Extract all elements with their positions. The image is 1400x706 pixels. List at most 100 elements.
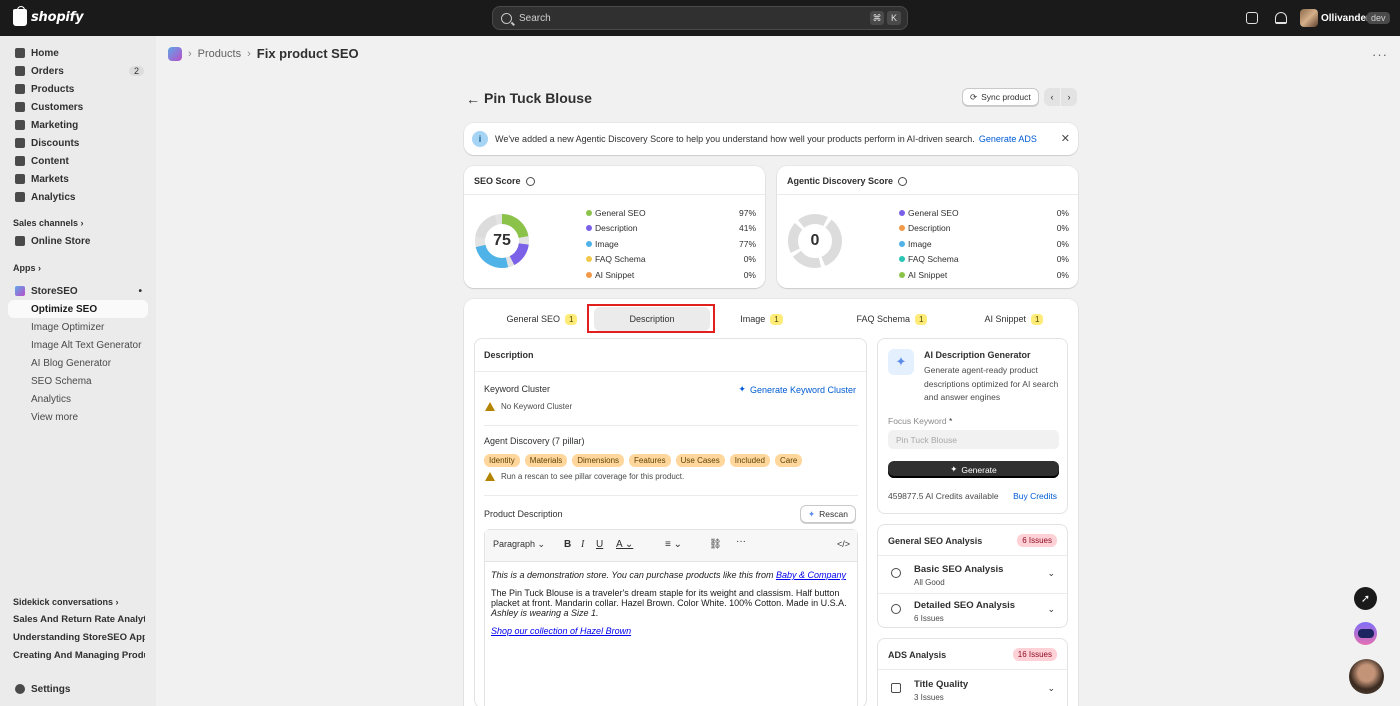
editor-content[interactable]: This is a demonstration store. You can p… — [485, 562, 857, 652]
tab-faq-schema[interactable]: FAQ Schema 1 — [832, 307, 952, 331]
sidebar-subitem-image-optimizer[interactable]: Image Optimizer — [8, 318, 148, 336]
sidebar-item-label: StoreSEO — [31, 285, 78, 297]
more-actions-icon[interactable]: ··· — [1372, 47, 1388, 62]
page-header: ← Pin Tuck Blouse ⟳ Sync product ‹ › — [464, 88, 1078, 110]
tab-general-seo[interactable]: General SEO 1 — [482, 307, 602, 331]
tab-badge: 1 — [915, 313, 928, 325]
basic-seo-analysis-row[interactable]: Basic SEO Analysis All Good ⌄ — [888, 558, 1059, 592]
sales-channels-heading[interactable]: Sales channels › — [13, 218, 84, 228]
align-icon[interactable]: ≡ ⌄ — [665, 539, 682, 550]
buy-credits-link[interactable]: Buy Credits — [1013, 491, 1057, 501]
pillar-badge: Care — [775, 454, 803, 467]
sidebar-subitem-optimize-seo[interactable]: Optimize SEO — [8, 300, 148, 318]
legend-row: AI Snippet 0% — [899, 267, 1069, 283]
ads-analysis-title: ADS Analysis — [888, 650, 947, 660]
description-panel-title: Description — [484, 350, 534, 360]
sidebar-subitem-ai-blog-generator[interactable]: AI Blog Generator — [8, 354, 148, 372]
conversation-item[interactable]: Creating And Managing Products — [13, 650, 145, 661]
sidebar-item-label: Analytics — [31, 191, 76, 203]
support-avatar[interactable] — [1349, 659, 1384, 694]
info-circle-icon[interactable] — [898, 176, 908, 186]
legend-row: General SEO 0% — [899, 205, 1069, 221]
rich-text-editor[interactable]: Paragraph ⌄ B I U A ⌄ ≡ ⌄ ⛓ ··· </> This… — [484, 529, 858, 706]
inbox-icon[interactable] — [1246, 12, 1258, 24]
apps-heading[interactable]: Apps › — [13, 263, 41, 273]
search-placeholder: Search — [519, 12, 551, 24]
ads-analysis-card: ADS Analysis 16 Issues Title Quality 3 I… — [877, 638, 1068, 706]
next-product-button[interactable]: › — [1061, 88, 1077, 106]
focus-keyword-input[interactable]: Pin Tuck Blouse — [888, 430, 1059, 449]
sidebar-item-discounts[interactable]: Discounts — [8, 134, 148, 152]
shopify-bag-icon — [13, 6, 27, 26]
editor-paragraph: This is a demonstration store. You can p… — [491, 570, 847, 580]
sidebar-item-storeseo[interactable]: StoreSEO • — [8, 282, 148, 300]
sidebar-subitem-seo-schema[interactable]: SEO Schema — [8, 372, 148, 390]
sidebar-item-label: Online Store — [31, 235, 91, 247]
breadcrumb-products-link[interactable]: Products — [198, 48, 241, 60]
tab-image[interactable]: Image 1 — [709, 307, 814, 331]
sidebar-subitem-alt-text-generator[interactable]: Image Alt Text Generator — [8, 336, 148, 354]
italic-icon[interactable]: I — [581, 539, 584, 550]
generate-ads-link[interactable]: Generate ADS — [979, 134, 1037, 144]
shop-collection-link[interactable]: Shop our collection of Hazel Brown — [491, 626, 631, 636]
sidebar-item-settings[interactable]: Settings — [8, 680, 148, 698]
generate-button[interactable]: ✦ Generate — [888, 461, 1059, 478]
search-input[interactable]: Search ⌘ K — [492, 6, 908, 30]
sidebar-item-customers[interactable]: Customers — [8, 98, 148, 116]
close-icon[interactable]: ✕ — [1061, 132, 1070, 145]
sync-product-button[interactable]: ⟳ Sync product — [962, 88, 1039, 106]
link-icon[interactable]: ⛓ — [709, 539, 722, 550]
bold-icon[interactable]: B — [564, 539, 571, 550]
content-icon — [15, 156, 25, 166]
divider — [777, 194, 1078, 195]
shopify-logo[interactable]: shopify — [13, 6, 84, 26]
conversation-item[interactable]: Sales And Return Rate Analytics — [13, 614, 145, 625]
back-arrow-icon[interactable]: ← — [466, 91, 480, 107]
tab-ai-snippet[interactable]: AI Snippet 1 — [959, 307, 1069, 331]
sidebar-item-label: Discounts — [31, 137, 80, 149]
paragraph-select[interactable]: Paragraph ⌄ — [493, 539, 545, 550]
sidebar-item-analytics[interactable]: Analytics — [8, 188, 148, 206]
focus-keyword-label: Focus Keyword * — [888, 416, 953, 426]
rescan-button[interactable]: ✦ Rescan — [800, 505, 856, 523]
sidebar-subitem-view-more[interactable]: View more — [8, 408, 148, 426]
chatbot-icon[interactable] — [1354, 622, 1377, 645]
info-circle-icon[interactable] — [525, 176, 535, 186]
ads-score-legend: General SEO 0% Description 0% Image 0% FAQ … — [899, 205, 1069, 283]
sidebar-item-orders[interactable]: Orders 2 — [8, 62, 148, 80]
previous-product-button[interactable]: ‹ — [1044, 88, 1060, 106]
underline-icon[interactable]: U — [596, 539, 603, 550]
store-avatar[interactable] — [1300, 9, 1318, 27]
title-quality-row[interactable]: Title Quality 3 Issues ⌄ — [888, 673, 1059, 706]
sidebar-item-products[interactable]: Products — [8, 80, 148, 98]
sidebar-item-marketing[interactable]: Marketing — [8, 116, 148, 134]
text-color-icon[interactable]: A ⌄ — [616, 539, 633, 550]
top-bar: shopify Search ⌘ K Ollivanders dev — [0, 0, 1400, 36]
divider — [464, 194, 765, 195]
editor-paragraph: Shop our collection of Hazel Brown — [491, 626, 851, 636]
sidebar-item-content[interactable]: Content — [8, 152, 148, 170]
conversation-item[interactable]: Understanding StoreSEO App Features — [13, 632, 145, 643]
bell-icon[interactable] — [1275, 12, 1287, 24]
product-pagination: ‹ › — [1044, 88, 1077, 106]
sidebar-item-markets[interactable]: Markets — [8, 170, 148, 188]
document-icon — [891, 683, 901, 693]
divider — [878, 555, 1067, 556]
sidebar-subitem-analytics[interactable]: Analytics — [8, 390, 148, 408]
detailed-seo-analysis-row[interactable]: Detailed SEO Analysis 6 Issues ⌄ — [888, 594, 1059, 628]
rocket-icon[interactable]: ➚ — [1354, 587, 1377, 610]
sidebar-item-online-store[interactable]: Online Store — [8, 232, 148, 250]
editor-toolbar: Paragraph ⌄ B I U A ⌄ ≡ ⌄ ⛓ ··· </> — [485, 530, 857, 562]
generate-keyword-cluster-link[interactable]: ✦ Generate Keyword Cluster — [738, 384, 856, 395]
product-description-label: Product Description — [484, 509, 563, 519]
baby-company-link[interactable]: Baby & Company — [776, 570, 846, 580]
more-options-icon[interactable]: ··· — [736, 536, 746, 547]
pin-dot-icon: • — [138, 285, 142, 297]
pillar-badge: Included — [729, 454, 770, 467]
sidekick-heading[interactable]: Sidekick conversations › — [13, 597, 119, 607]
storeseo-app-icon[interactable] — [168, 46, 182, 61]
k-key: K — [887, 11, 901, 25]
code-view-icon[interactable]: </> — [837, 539, 850, 549]
legend-row: FAQ Schema 0% — [899, 252, 1069, 268]
sidebar-item-home[interactable]: Home — [8, 44, 148, 62]
